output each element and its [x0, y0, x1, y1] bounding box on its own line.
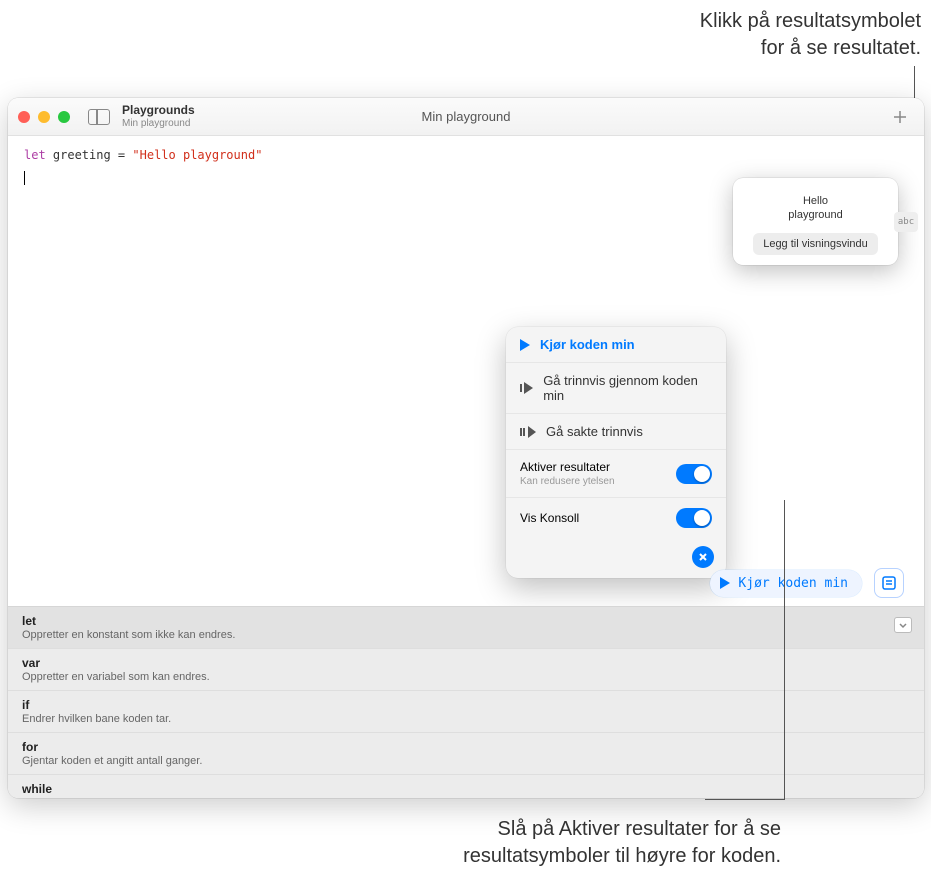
- window-controls: [18, 111, 70, 123]
- window-title: Min playground: [422, 109, 511, 124]
- zoom-window-button[interactable]: [58, 111, 70, 123]
- show-console-row: Vis Konsoll: [506, 498, 726, 538]
- close-popover-row: [506, 538, 726, 578]
- suggestion-item[interactable]: letOppretter en konstant som ikke kan en…: [8, 607, 924, 649]
- step-slow-label: Gå sakte trinnvis: [546, 424, 643, 439]
- callout-result-symbol: Klikk på resultatsymbolet for å se resul…: [700, 8, 921, 62]
- suggestion-item[interactable]: forGjentar koden et angitt antall ganger…: [8, 733, 924, 775]
- sidebar-toggle-icon[interactable]: [88, 109, 110, 125]
- close-window-button[interactable]: [18, 111, 30, 123]
- result-popover: Hello playground Legg til visningsvindu: [733, 178, 898, 265]
- app-title: Playgrounds: [122, 104, 195, 117]
- minimize-window-button[interactable]: [38, 111, 50, 123]
- titlebar: Playgrounds Min playground Min playgroun…: [8, 98, 924, 136]
- add-page-button[interactable]: [886, 106, 914, 128]
- run-my-code-label: Kjør koden min: [540, 337, 635, 352]
- code-keyword: let: [24, 148, 46, 162]
- suggestion-item[interactable]: varOppretter en variabel som kan endres.: [8, 649, 924, 691]
- show-console-label: Vis Konsoll: [520, 511, 579, 525]
- enable-results-toggle[interactable]: [676, 464, 712, 484]
- suggestion-item[interactable]: while: [8, 775, 924, 798]
- result-symbol-label: abc: [898, 217, 914, 227]
- code-editor[interactable]: let greeting = "Hello playground" Hello …: [8, 136, 924, 798]
- step-slow-item[interactable]: Gå sakte trinnvis: [506, 414, 726, 450]
- enable-results-label: Aktiver resultater: [520, 460, 615, 474]
- step-through-label: Gå trinnvis gjennom koden min: [543, 373, 712, 403]
- documentation-button[interactable]: [874, 568, 904, 598]
- playground-window: Playgrounds Min playground Min playgroun…: [8, 98, 924, 798]
- result-preview-text: Hello playground: [743, 188, 888, 233]
- enable-results-sublabel: Kan redusere ytelsen: [520, 476, 615, 487]
- add-viewer-button[interactable]: Legg til visningsvindu: [753, 233, 878, 255]
- suggestion-item[interactable]: ifEndrer hvilken bane koden tar.: [8, 691, 924, 733]
- code-identifier: greeting =: [46, 148, 133, 162]
- run-options-popover: Kjør koden min Gå trinnvis gjennom koden…: [506, 327, 726, 578]
- run-my-code-item[interactable]: Kjør koden min: [506, 327, 726, 363]
- suggestions-filter-button[interactable]: [894, 617, 912, 633]
- step-slow-icon: [520, 426, 536, 438]
- code-suggestions-panel: letOppretter en konstant som ikke kan en…: [8, 606, 924, 798]
- step-through-item[interactable]: Gå trinnvis gjennom koden min: [506, 363, 726, 414]
- title-section: Playgrounds Min playground: [122, 104, 195, 128]
- callout-enable-results: Slå på Aktiver resultater for å se resul…: [240, 816, 781, 870]
- play-icon: [520, 339, 530, 351]
- enable-results-row: Aktiver resultater Kan redusere ytelsen: [506, 450, 726, 498]
- callout-leader-line: [705, 500, 785, 800]
- step-icon: [520, 382, 533, 394]
- result-symbol-button[interactable]: abc: [894, 212, 918, 232]
- text-cursor: [24, 171, 25, 185]
- code-string: "Hello playground": [132, 148, 262, 162]
- app-subtitle: Min playground: [122, 118, 195, 129]
